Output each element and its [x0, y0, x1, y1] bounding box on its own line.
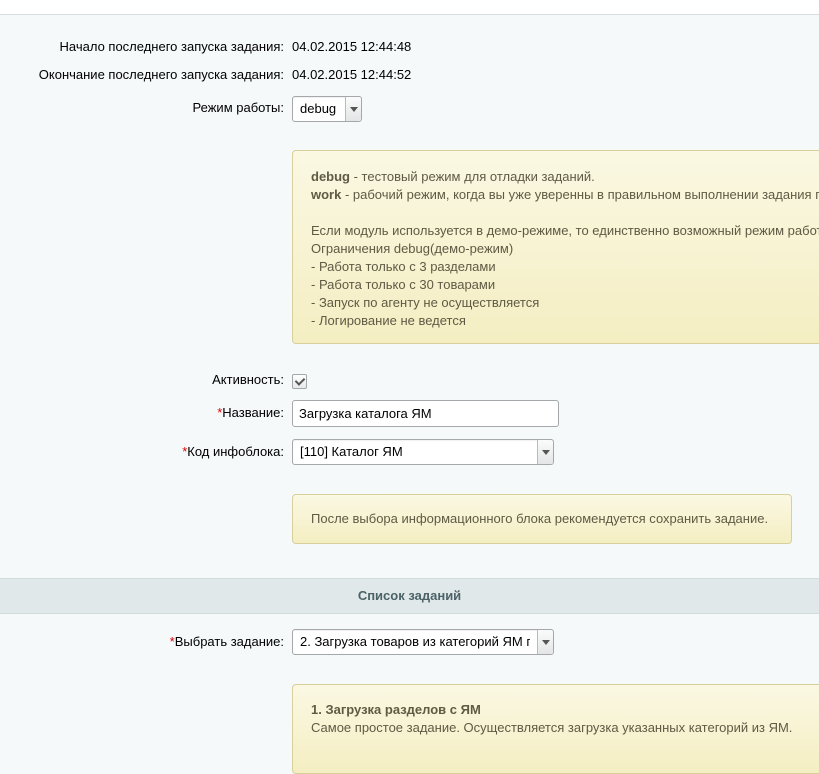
- task-select[interactable]: 2. Загрузка товаров из категорий ЯМ п: [292, 629, 554, 655]
- task-note-desc: Самое простое задание. Осуществляется за…: [311, 720, 793, 735]
- limit-item: - Работа только с 3 разделами: [311, 259, 496, 274]
- mode-select-value: debug: [300, 101, 337, 116]
- iblock-label-text: Код инфоблока:: [187, 444, 284, 459]
- work-line: work - рабочий режим, когда вы уже увере…: [311, 186, 819, 204]
- top-panel: [0, 0, 819, 15]
- mode-info-note: debug - тестовый режим для отладки задан…: [292, 150, 819, 344]
- limit-item: - Работа только с 30 товарами: [311, 277, 496, 292]
- demo-line: Если модуль используется в демо-режиме, …: [311, 223, 819, 238]
- iblock-label: *Код инфоблока:: [182, 440, 284, 464]
- last-run-start-row: Начало последнего запуска задания: 04.02…: [0, 35, 819, 59]
- active-checkbox[interactable]: [292, 374, 307, 389]
- mode-label: Режим работы:: [192, 100, 284, 115]
- limits-title: Ограничения debug(демо-режим): [311, 241, 514, 256]
- work-desc: - рабочий режим, когда вы уже уверенны в…: [341, 187, 819, 202]
- active-row: Активность:: [0, 368, 819, 392]
- last-run-start-value: 04.02.2015 12:44:48: [292, 39, 412, 54]
- note-spacer: [311, 204, 813, 222]
- mode-row: Режим работы:: [0, 96, 819, 120]
- task-list-heading: Список заданий: [0, 578, 819, 614]
- last-run-end-value: 04.02.2015 12:44:52: [292, 67, 412, 82]
- task-label-text: Выбрать задание:: [174, 634, 284, 649]
- debug-desc: - тестовый режим для отладки заданий.: [350, 169, 595, 184]
- iblock-note-text: После выбора информационного блока реком…: [311, 511, 769, 526]
- last-run-end-row: Окончание последнего запуска задания: 04…: [0, 63, 819, 87]
- name-input[interactable]: [292, 400, 559, 427]
- limit-item: - Логирование не ведется: [311, 313, 466, 328]
- last-run-start-label: Начало последнего запуска задания:: [59, 39, 285, 54]
- work-term: work: [311, 187, 342, 202]
- limit-item: - Запуск по агенту не осуществляется: [311, 295, 540, 310]
- iblock-select-value: [110] Каталог ЯМ: [300, 444, 403, 459]
- chevron-down-icon[interactable]: [537, 630, 553, 654]
- name-label-text: Название:: [222, 405, 284, 420]
- debug-term: debug: [311, 169, 350, 184]
- last-run-end-label: Окончание последнего запуска задания:: [38, 67, 284, 82]
- task-label: *Выбрать задание:: [170, 630, 284, 654]
- chevron-down-icon[interactable]: [537, 440, 553, 464]
- debug-line: debug - тестовый режим для отладки задан…: [311, 168, 813, 186]
- task-note-title: 1. Загрузка разделов с ЯМ: [311, 702, 481, 717]
- mode-select[interactable]: debug: [292, 96, 362, 122]
- active-label: Активность:: [212, 372, 284, 387]
- iblock-select[interactable]: [110] Каталог ЯМ: [292, 439, 554, 465]
- task-select-value: 2. Загрузка товаров из категорий ЯМ п: [300, 634, 530, 649]
- chevron-down-icon[interactable]: [345, 97, 361, 121]
- name-label: *Название:: [217, 401, 284, 425]
- task-info-note: 1. Загрузка разделов с ЯМ Самое простое …: [292, 684, 819, 774]
- iblock-info-note: После выбора информационного блока реком…: [292, 494, 792, 544]
